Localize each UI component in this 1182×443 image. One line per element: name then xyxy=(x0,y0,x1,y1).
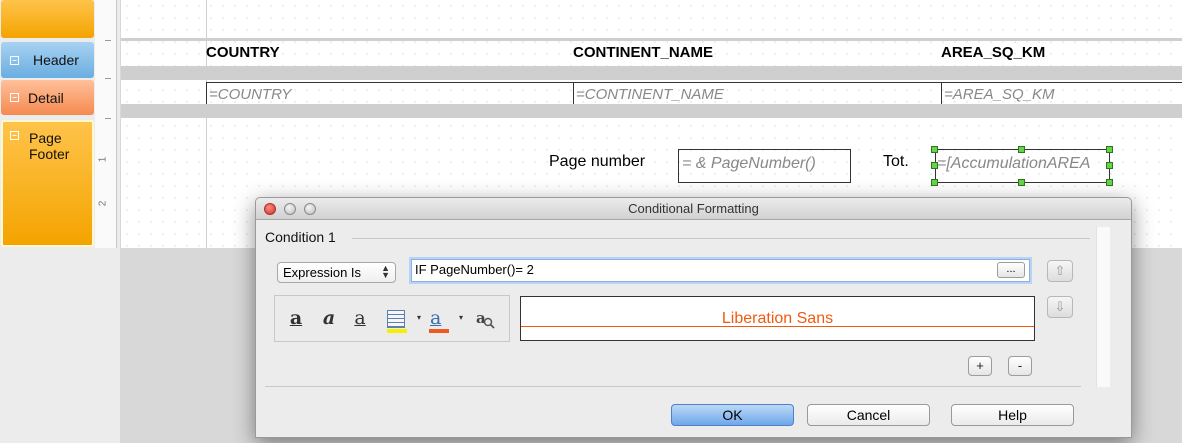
condition-title: Condition 1 xyxy=(265,229,336,245)
font-color-dropdown-icon[interactable]: ▾ xyxy=(459,313,463,322)
underline-icon[interactable]: a xyxy=(349,307,371,331)
header-label-area[interactable]: AREA_SQ_KM xyxy=(941,44,1045,61)
section-tab-label: Header xyxy=(33,52,79,68)
footer-label-line2: Footer xyxy=(29,146,70,162)
section-separator[interactable] xyxy=(121,104,1182,118)
detail-field-continent[interactable]: =CONTINENT_NAME xyxy=(573,82,941,104)
collapse-icon[interactable]: − xyxy=(10,56,19,65)
dialog-title: Conditional Formatting xyxy=(628,201,759,216)
expression-browse-button[interactable]: ... xyxy=(997,262,1025,278)
background-color-dropdown-icon[interactable]: ▾ xyxy=(417,313,421,322)
tot-field[interactable]: =[AccumulationAREA xyxy=(935,149,1110,183)
cancel-button[interactable]: Cancel xyxy=(807,404,930,426)
background-color-swatch xyxy=(387,329,407,333)
footer-label-line1: Page xyxy=(29,130,62,146)
conditional-formatting-dialog: Conditional Formatting Condition 1 Expre… xyxy=(255,197,1132,438)
ok-button[interactable]: OK xyxy=(671,404,794,426)
font-color-icon[interactable]: a xyxy=(430,307,441,329)
detail-field-country[interactable]: =COUNTRY xyxy=(206,82,573,104)
minimize-window-icon[interactable] xyxy=(284,203,296,215)
detail-field-area[interactable]: =AREA_SQ_KM xyxy=(941,82,1182,104)
section-separator[interactable] xyxy=(121,66,1182,80)
section-tab-page-footer[interactable]: − Page Footer xyxy=(1,120,94,247)
move-up-button[interactable]: ⇧ xyxy=(1047,260,1073,282)
resize-handle[interactable] xyxy=(931,162,938,169)
section-tab-header[interactable]: − Header xyxy=(1,42,94,78)
section-separator[interactable] xyxy=(121,38,1182,41)
section-tab-label: Detail xyxy=(28,90,64,106)
close-window-icon[interactable] xyxy=(264,203,276,215)
header-label-country[interactable]: COUNTRY xyxy=(206,44,280,61)
expression-value: IF PageNumber()= 2 xyxy=(415,262,534,277)
up-arrow-icon: ⇧ xyxy=(1054,263,1066,278)
resize-handle[interactable] xyxy=(931,179,938,186)
font-color-swatch xyxy=(429,329,449,333)
condition-bottom-divider xyxy=(265,386,1081,387)
condition-type-value: Expression Is xyxy=(283,265,362,280)
vertical-ruler: 1 2 xyxy=(95,0,117,248)
resize-handle[interactable] xyxy=(1018,146,1025,153)
resize-handle[interactable] xyxy=(1106,146,1113,153)
format-preview: Liberation Sans xyxy=(520,296,1035,341)
resize-handle[interactable] xyxy=(1106,162,1113,169)
italic-icon[interactable]: a xyxy=(318,307,340,331)
format-toolbar: a a a ▾ a ▾ a xyxy=(274,295,510,342)
ruler-tick xyxy=(105,40,111,41)
page-number-label[interactable]: Page number xyxy=(549,153,645,171)
page-number-field[interactable]: = & PageNumber() xyxy=(678,149,851,183)
expression-input[interactable]: IF PageNumber()= 2 ... xyxy=(411,259,1030,282)
resize-handle[interactable] xyxy=(1106,179,1113,186)
down-arrow-icon: ⇩ xyxy=(1054,299,1066,314)
select-arrows-icon: ▲ ▼ xyxy=(381,263,390,280)
help-button[interactable]: Help xyxy=(951,404,1074,426)
ruler-tick xyxy=(105,78,111,79)
conditions-scrollbar[interactable] xyxy=(1096,227,1110,387)
remove-condition-button[interactable]: - xyxy=(1008,356,1032,376)
tot-label[interactable]: Tot. xyxy=(883,153,909,171)
bold-icon[interactable]: a xyxy=(285,307,307,331)
dialog-titlebar[interactable]: Conditional Formatting xyxy=(256,198,1131,220)
section-tab-label: Page Footer xyxy=(29,130,69,162)
ruler-mark: 1 xyxy=(97,156,109,163)
condition-divider xyxy=(352,238,1090,239)
move-down-button[interactable]: ⇩ xyxy=(1047,296,1073,318)
section-tab-report-header[interactable] xyxy=(1,0,94,38)
background-color-icon[interactable] xyxy=(387,310,405,328)
collapse-icon[interactable]: − xyxy=(10,131,19,140)
add-condition-button[interactable]: + xyxy=(968,356,992,376)
resize-handle[interactable] xyxy=(1018,179,1025,186)
header-label-continent[interactable]: CONTINENT_NAME xyxy=(573,44,713,61)
resize-handle[interactable] xyxy=(931,146,938,153)
condition-type-select[interactable]: Expression Is ▲ ▼ xyxy=(277,262,396,283)
collapse-icon[interactable]: − xyxy=(10,93,19,102)
ruler-tick xyxy=(105,118,111,119)
preview-text: Liberation Sans xyxy=(721,310,834,327)
character-format-icon[interactable]: a xyxy=(474,308,496,330)
section-tab-detail[interactable]: − Detail xyxy=(1,80,94,115)
ruler-mark: 2 xyxy=(97,200,109,207)
zoom-window-icon[interactable] xyxy=(304,203,316,215)
